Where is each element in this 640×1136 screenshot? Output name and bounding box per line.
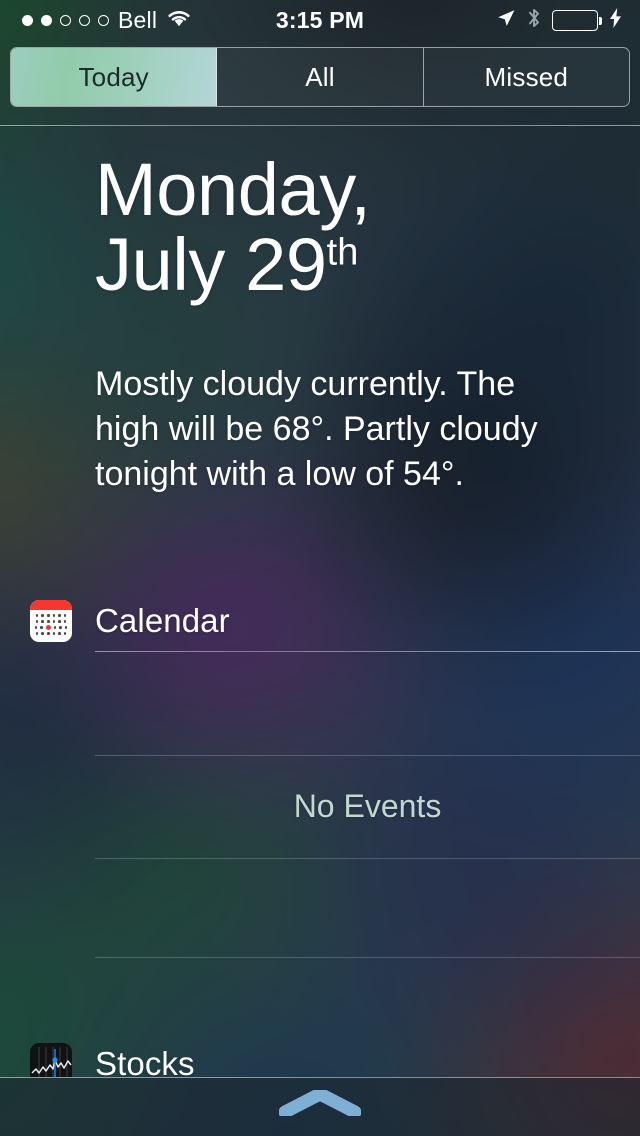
tabs-divider	[0, 125, 640, 126]
clock-label: 3:15 PM	[275, 6, 365, 33]
notification-center-tabs: Today All Missed	[10, 47, 630, 107]
calendar-header-separator	[95, 651, 640, 652]
date-weekday: Monday,	[95, 148, 371, 231]
calendar-row-separator-1	[95, 755, 640, 756]
notification-center-screen: Bell 3:15 PM Today All Missed Monday, Ju…	[0, 0, 640, 1136]
calendar-empty-state: No Events	[293, 788, 442, 824]
notification-center-grabber-bar[interactable]	[0, 1077, 640, 1136]
calendar-widget-header[interactable]: Calendar	[0, 593, 640, 649]
status-bar: Bell 3:15 PM	[0, 0, 640, 40]
grabber-bar-top-divider	[0, 1077, 640, 1078]
calendar-widget-title: Calendar	[95, 602, 230, 639]
stocks-widget-header[interactable]: Stocks	[0, 1036, 640, 1077]
weather-summary-text: Mostly cloudy currently. The high will b…	[95, 365, 538, 494]
battery-icon	[552, 9, 602, 31]
date-heading: Monday, July 29th	[95, 152, 600, 303]
calendar-row-separator-2	[95, 858, 640, 859]
today-scroll-view[interactable]: Monday, July 29th Mostly cloudy currentl…	[0, 126, 640, 1077]
calendar-row-separator-3	[95, 957, 640, 958]
date-ordinal-suffix: th	[326, 231, 359, 274]
stocks-widget-title: Stocks	[95, 1045, 195, 1077]
calendar-app-icon	[30, 600, 72, 642]
tab-missed[interactable]: Missed	[423, 48, 629, 106]
stocks-app-icon	[30, 1043, 72, 1077]
date-monthday: July 29th	[95, 227, 600, 302]
tab-today[interactable]: Today	[11, 48, 218, 106]
tab-all[interactable]: All	[217, 48, 424, 106]
grabber-chevron-up-icon[interactable]	[278, 1087, 362, 1119]
date-monthday-number: July 29	[95, 223, 327, 307]
